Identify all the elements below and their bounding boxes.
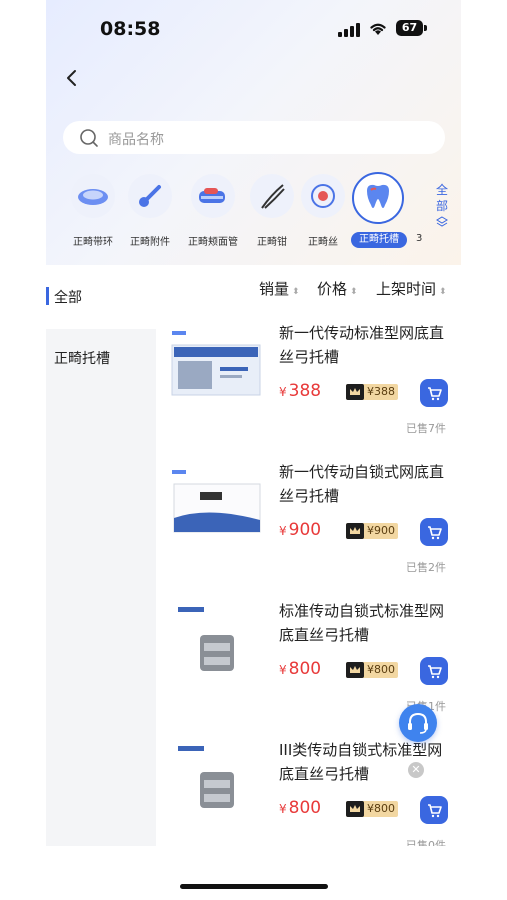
sidebar: 正畸托槽 [46,329,156,849]
product-card[interactable]: 新一代传动自锁式网底直丝弓托槽 ¥900 ¥900 已售2件 [168,463,458,598]
product-price: ¥900 [279,520,321,540]
sort-arrows-icon: ⬍ [439,287,447,297]
layers-icon [436,216,448,227]
add-to-cart-button[interactable] [420,379,448,407]
vip-price: ¥388 [367,385,395,398]
price-value: 900 [288,520,322,540]
sidebar-all-label: 全部 [54,290,82,306]
cart-icon [428,526,442,540]
category-buccal-tube[interactable]: 正畸颊面管 [182,170,246,250]
crown-icon [346,384,364,400]
search-input[interactable]: 商品名称 [63,121,445,154]
pliers-icon [250,174,294,218]
vip-price-badge: ¥900 [346,523,398,539]
sort-price[interactable]: 价格 ⬍ [317,278,358,299]
product-title: III类传动自锁式标准型网底直丝弓托槽 [279,741,443,783]
band-ring-icon [71,174,115,218]
add-to-cart-button[interactable] [420,796,448,824]
status-time: 08:58 [100,18,161,40]
category-label: 3 [416,233,423,244]
customer-service-button[interactable] [399,704,437,742]
crown-icon [346,662,364,678]
status-bar: 08:58 67 [46,0,461,56]
sort-sales-label: 销量 [259,280,290,298]
sort-price-label: 价格 [317,280,348,298]
category-band-ring[interactable]: 正畸带环 [62,170,126,250]
product-image [168,327,266,425]
product-title: 标准传动自锁式标准型网底直丝弓托槽 [279,602,445,644]
sidebar-item-bracket[interactable]: 正畸托槽 [54,348,110,368]
vip-price: ¥900 [367,524,395,537]
sort-arrows-icon: ⬍ [350,287,358,297]
product-price: ¥388 [279,381,321,401]
attachment-icon [128,174,172,218]
category-wire[interactable]: 正畸丝 [292,170,356,250]
cart-icon [428,804,442,818]
buccal-tube-icon [191,174,235,218]
sold-count: 已售7件 [406,422,446,435]
home-indicator [180,884,328,889]
price-value: 800 [288,659,322,679]
product-title: 新一代传动自锁式网底直丝弓托槽 [279,463,445,505]
add-to-cart-button[interactable] [420,518,448,546]
bottom-safe-area [46,846,461,900]
currency-symbol: ¥ [279,802,287,816]
sidebar-item-all[interactable]: 全部 [46,286,146,306]
product-price: ¥800 [279,798,321,818]
currency-symbol: ¥ [279,524,287,538]
price-value: 388 [288,381,322,401]
battery-icon: 67 [396,20,423,36]
search-icon [80,129,98,147]
cart-icon [428,665,442,679]
vip-price: ¥800 [367,663,395,676]
all-tab-label-2: 部 [435,199,448,213]
all-tab-label-1: 全 [435,183,448,197]
crown-icon [346,523,364,539]
wire-icon [301,174,345,218]
sort-sales[interactable]: 销量 ⬍ [259,278,300,299]
sold-count: 已售2件 [406,561,446,574]
wifi-icon [370,23,386,35]
add-to-cart-button[interactable] [420,657,448,685]
product-card[interactable]: 新一代传动标准型网底直丝弓托槽 ¥388 ¥388 已售7件 [168,324,458,459]
vip-price-badge: ¥800 [346,662,398,678]
category-label: 正畸丝 [308,237,338,248]
currency-symbol: ¥ [279,385,287,399]
category-label: 正畸颊面管 [188,237,238,248]
product-image [168,605,266,703]
back-arrow-icon[interactable] [60,66,84,90]
category-attachment[interactable]: 正畸附件 [119,170,183,250]
search-placeholder: 商品名称 [108,132,164,148]
sort-time-label: 上架时间 [376,280,437,298]
signal-icon [338,23,360,37]
app-screen: 08:58 67 商品名称 正畸带环 正畸附件 正畸颊面管 正畸钳 正畸丝 正畸… [46,0,461,900]
currency-symbol: ¥ [279,663,287,677]
active-indicator [46,287,49,305]
headset-icon [408,712,428,734]
sort-arrows-icon: ⬍ [292,287,300,297]
category-partial[interactable]: 3 [386,170,422,250]
product-image [168,466,266,564]
close-icon[interactable]: ✕ [408,762,424,778]
product-image [168,744,266,842]
vip-price: ¥800 [367,802,395,815]
vip-price-badge: ¥800 [346,801,398,817]
product-title: 新一代传动标准型网底直丝弓托槽 [279,324,445,366]
sort-time[interactable]: 上架时间 ⬍ [376,278,447,299]
price-value: 800 [288,798,322,818]
product-price: ¥800 [279,659,321,679]
crown-icon [346,801,364,817]
vip-price-badge: ¥388 [346,384,398,400]
cart-icon [428,387,442,401]
category-label: 正畸带环 [73,237,113,248]
category-row: 正畸带环 正畸附件 正畸颊面管 正畸钳 正畸丝 正畸托槽 3 全 部 [46,170,461,255]
category-label: 正畸附件 [130,237,170,248]
battery-tip [424,25,427,31]
all-categories-tab[interactable]: 全 部 [432,182,452,228]
